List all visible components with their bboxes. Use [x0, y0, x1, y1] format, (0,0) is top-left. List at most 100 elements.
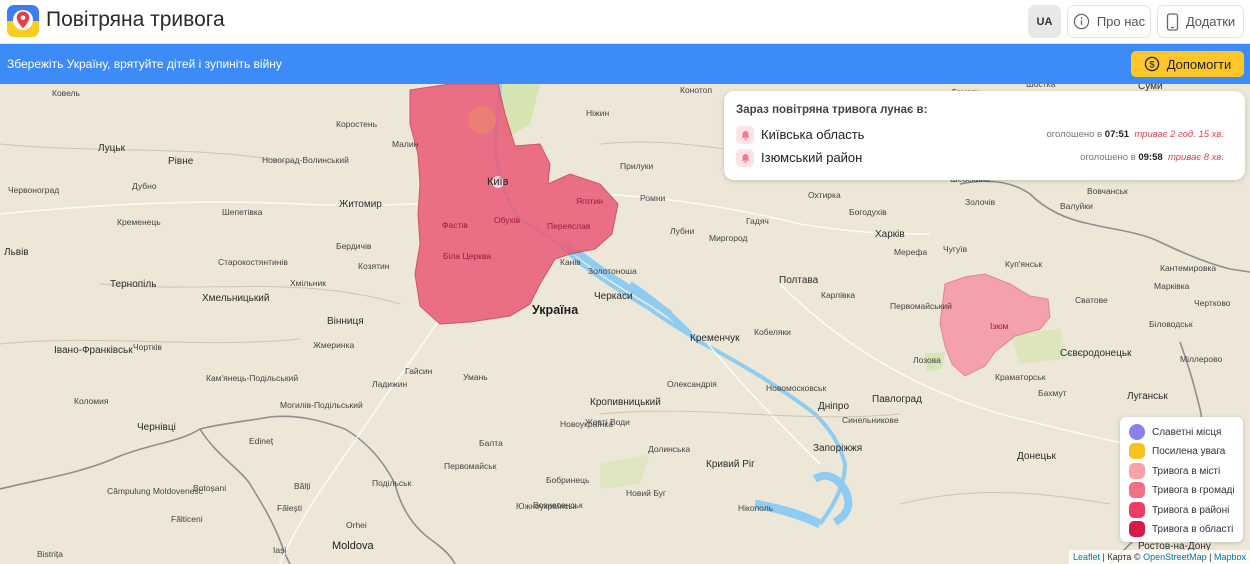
- banner-text: Збережіть Україну, врятуйте дітей і зупи…: [7, 57, 282, 71]
- map-place-label: Миргород: [709, 233, 748, 243]
- svg-text:$: $: [1149, 60, 1155, 71]
- map-place-label: Ладижин: [372, 379, 408, 389]
- map-place-label: Гайсин: [405, 366, 433, 376]
- map-place-label: Червоноград: [8, 185, 60, 195]
- map-place-label: Фастів: [442, 220, 468, 230]
- map-place-label: Кременчук: [690, 333, 740, 344]
- map-place-label: Карлівка: [821, 290, 856, 300]
- alert-row[interactable]: Ізюмський район оголошено в 09:58 триває…: [736, 148, 1236, 168]
- active-alerts-panel: Зараз повітряна тривога лунає в: Київськ…: [724, 91, 1245, 180]
- map-place-label: Хмельницький: [202, 293, 270, 304]
- map-place-label: Куп'янськ: [1005, 259, 1043, 269]
- map-place-label: Олександрія: [667, 379, 717, 389]
- osm-link[interactable]: OpenStreetMap: [1143, 552, 1207, 562]
- map-place-label: Жмеринка: [313, 340, 355, 350]
- map-place-label: Яготин: [576, 196, 603, 206]
- map-place-label: Тернопіль: [110, 279, 157, 290]
- donate-button[interactable]: $ Допомогти: [1131, 51, 1244, 77]
- map-place-label: Хмільник: [290, 278, 326, 288]
- map-place-label: Первомайський: [890, 301, 952, 311]
- legend-label: Тривога в районі: [1152, 505, 1230, 516]
- map-place-label: Кривий Ріг: [706, 459, 755, 470]
- map-place-label: Сєвєродонецьк: [1060, 348, 1132, 359]
- bell-icon: [736, 126, 754, 144]
- legend-swatch: [1129, 521, 1145, 537]
- map-place-label: Міллерово: [1180, 354, 1223, 364]
- map-place-label: Бердичів: [336, 241, 372, 251]
- legend-item: Посилена увага: [1129, 443, 1244, 459]
- map-place-label: Житомир: [339, 199, 382, 210]
- map-place-label: Новомосковськ: [766, 383, 827, 393]
- map-place-label: Обухів: [494, 215, 521, 225]
- map-place-label: Кременець: [117, 217, 161, 227]
- map-place-label: Золотоноша: [588, 266, 637, 276]
- legend-item: Славетні місця: [1129, 424, 1244, 440]
- map-place-label: Синельникове: [842, 415, 899, 425]
- map-place-label: Ковель: [52, 88, 80, 98]
- map-place-label: Сватове: [1075, 295, 1108, 305]
- map-place-label: Старокостянтинів: [218, 257, 288, 267]
- app-logo[interactable]: [7, 5, 39, 37]
- support-banner: Збережіть Україну, врятуйте дітей і зупи…: [0, 44, 1250, 84]
- map-place-label: Ромни: [640, 193, 666, 203]
- map-place-label: Коростень: [336, 119, 378, 129]
- map-place-label: Полтава: [779, 275, 819, 286]
- legend-label: Тривога в області: [1152, 524, 1234, 535]
- alert-meta: оголошено в 09:58 триває 8 хв.: [1080, 152, 1224, 163]
- language-button[interactable]: UA: [1028, 5, 1061, 38]
- map-place-label: Умань: [463, 372, 488, 382]
- about-button[interactable]: Про нас: [1067, 5, 1151, 38]
- map-place-label: Київ: [487, 176, 509, 188]
- map-place-label: Новий Буг: [626, 488, 666, 498]
- alert-region-name: Київська область: [761, 127, 865, 142]
- legend-swatch: [1129, 482, 1145, 498]
- mapbox-link[interactable]: Mapbox: [1214, 552, 1246, 562]
- attribution-separator: | Карта ©: [1100, 552, 1144, 562]
- map-place-label: Бобринець: [546, 475, 590, 485]
- map-place-label: Козятин: [358, 261, 390, 271]
- map-place-label: Ізюм: [990, 321, 1009, 331]
- map-attribution: Leaflet | Карта © OpenStreetMap | Mapbox: [1068, 550, 1250, 564]
- map-place-label: Луцьк: [98, 143, 125, 154]
- map-place-label: Orhei: [346, 520, 367, 530]
- map-place-label: Мерефа: [894, 247, 928, 257]
- alert-region-name: Ізюмський район: [761, 150, 863, 165]
- legend-item: Тривога в громаді: [1129, 482, 1244, 498]
- legend-label: Тривога в місті: [1152, 466, 1221, 477]
- map-place-label: Новоград-Волинський: [262, 155, 349, 165]
- map-place-label: Первомайськ: [444, 461, 497, 471]
- map-place-label: Кропивницький: [590, 397, 661, 408]
- info-icon: [1073, 13, 1090, 30]
- legend-label: Тривога в громаді: [1152, 485, 1235, 496]
- map-place-label: Конотоп: [680, 85, 713, 95]
- attribution-separator: |: [1206, 552, 1214, 562]
- map-place-label: Дубно: [132, 181, 157, 191]
- leaflet-link[interactable]: Leaflet: [1073, 552, 1100, 562]
- map-place-label: Гадяч: [746, 216, 769, 226]
- map-place-label: Чертково: [1194, 298, 1231, 308]
- map-legend: Славетні місця Посилена увага Тривога в …: [1120, 417, 1243, 542]
- map-place-label: Охтирка: [808, 190, 841, 200]
- map-place-label: Bălți: [294, 481, 311, 491]
- map-place-label: Прилуки: [620, 161, 654, 171]
- legend-label: Посилена увага: [1152, 446, 1226, 457]
- apps-label: Додатки: [1185, 14, 1236, 29]
- alert-duration: триває 8 хв.: [1167, 152, 1224, 163]
- map-place-label: Дніпро: [818, 401, 850, 412]
- map-place-label: Павлоград: [872, 394, 922, 405]
- map-place-label: Кам'янець-Подільський: [206, 373, 299, 383]
- alert-row[interactable]: Київська область оголошено в 07:51 трива…: [736, 125, 1236, 145]
- declared-prefix: оголошено в: [1080, 152, 1136, 163]
- map-place-label: Moldova: [332, 540, 374, 552]
- map-place-label: Чугуїв: [943, 244, 968, 254]
- map-place-label: Вовчанськ: [1087, 186, 1128, 196]
- map-place-label: Лозова: [913, 355, 941, 365]
- map-place-label: Долинська: [648, 444, 691, 454]
- map-place-label: Черкаси: [594, 291, 633, 302]
- map-place-label: Краматорськ: [995, 372, 1046, 382]
- app-header: Повітряна тривога UA Про нас Додатки: [0, 0, 1250, 44]
- map-place-label: Edineț: [249, 436, 274, 446]
- alert-time: 09:58: [1138, 152, 1163, 163]
- apps-button[interactable]: Додатки: [1157, 5, 1244, 38]
- map-place-label: Fălești: [277, 503, 303, 513]
